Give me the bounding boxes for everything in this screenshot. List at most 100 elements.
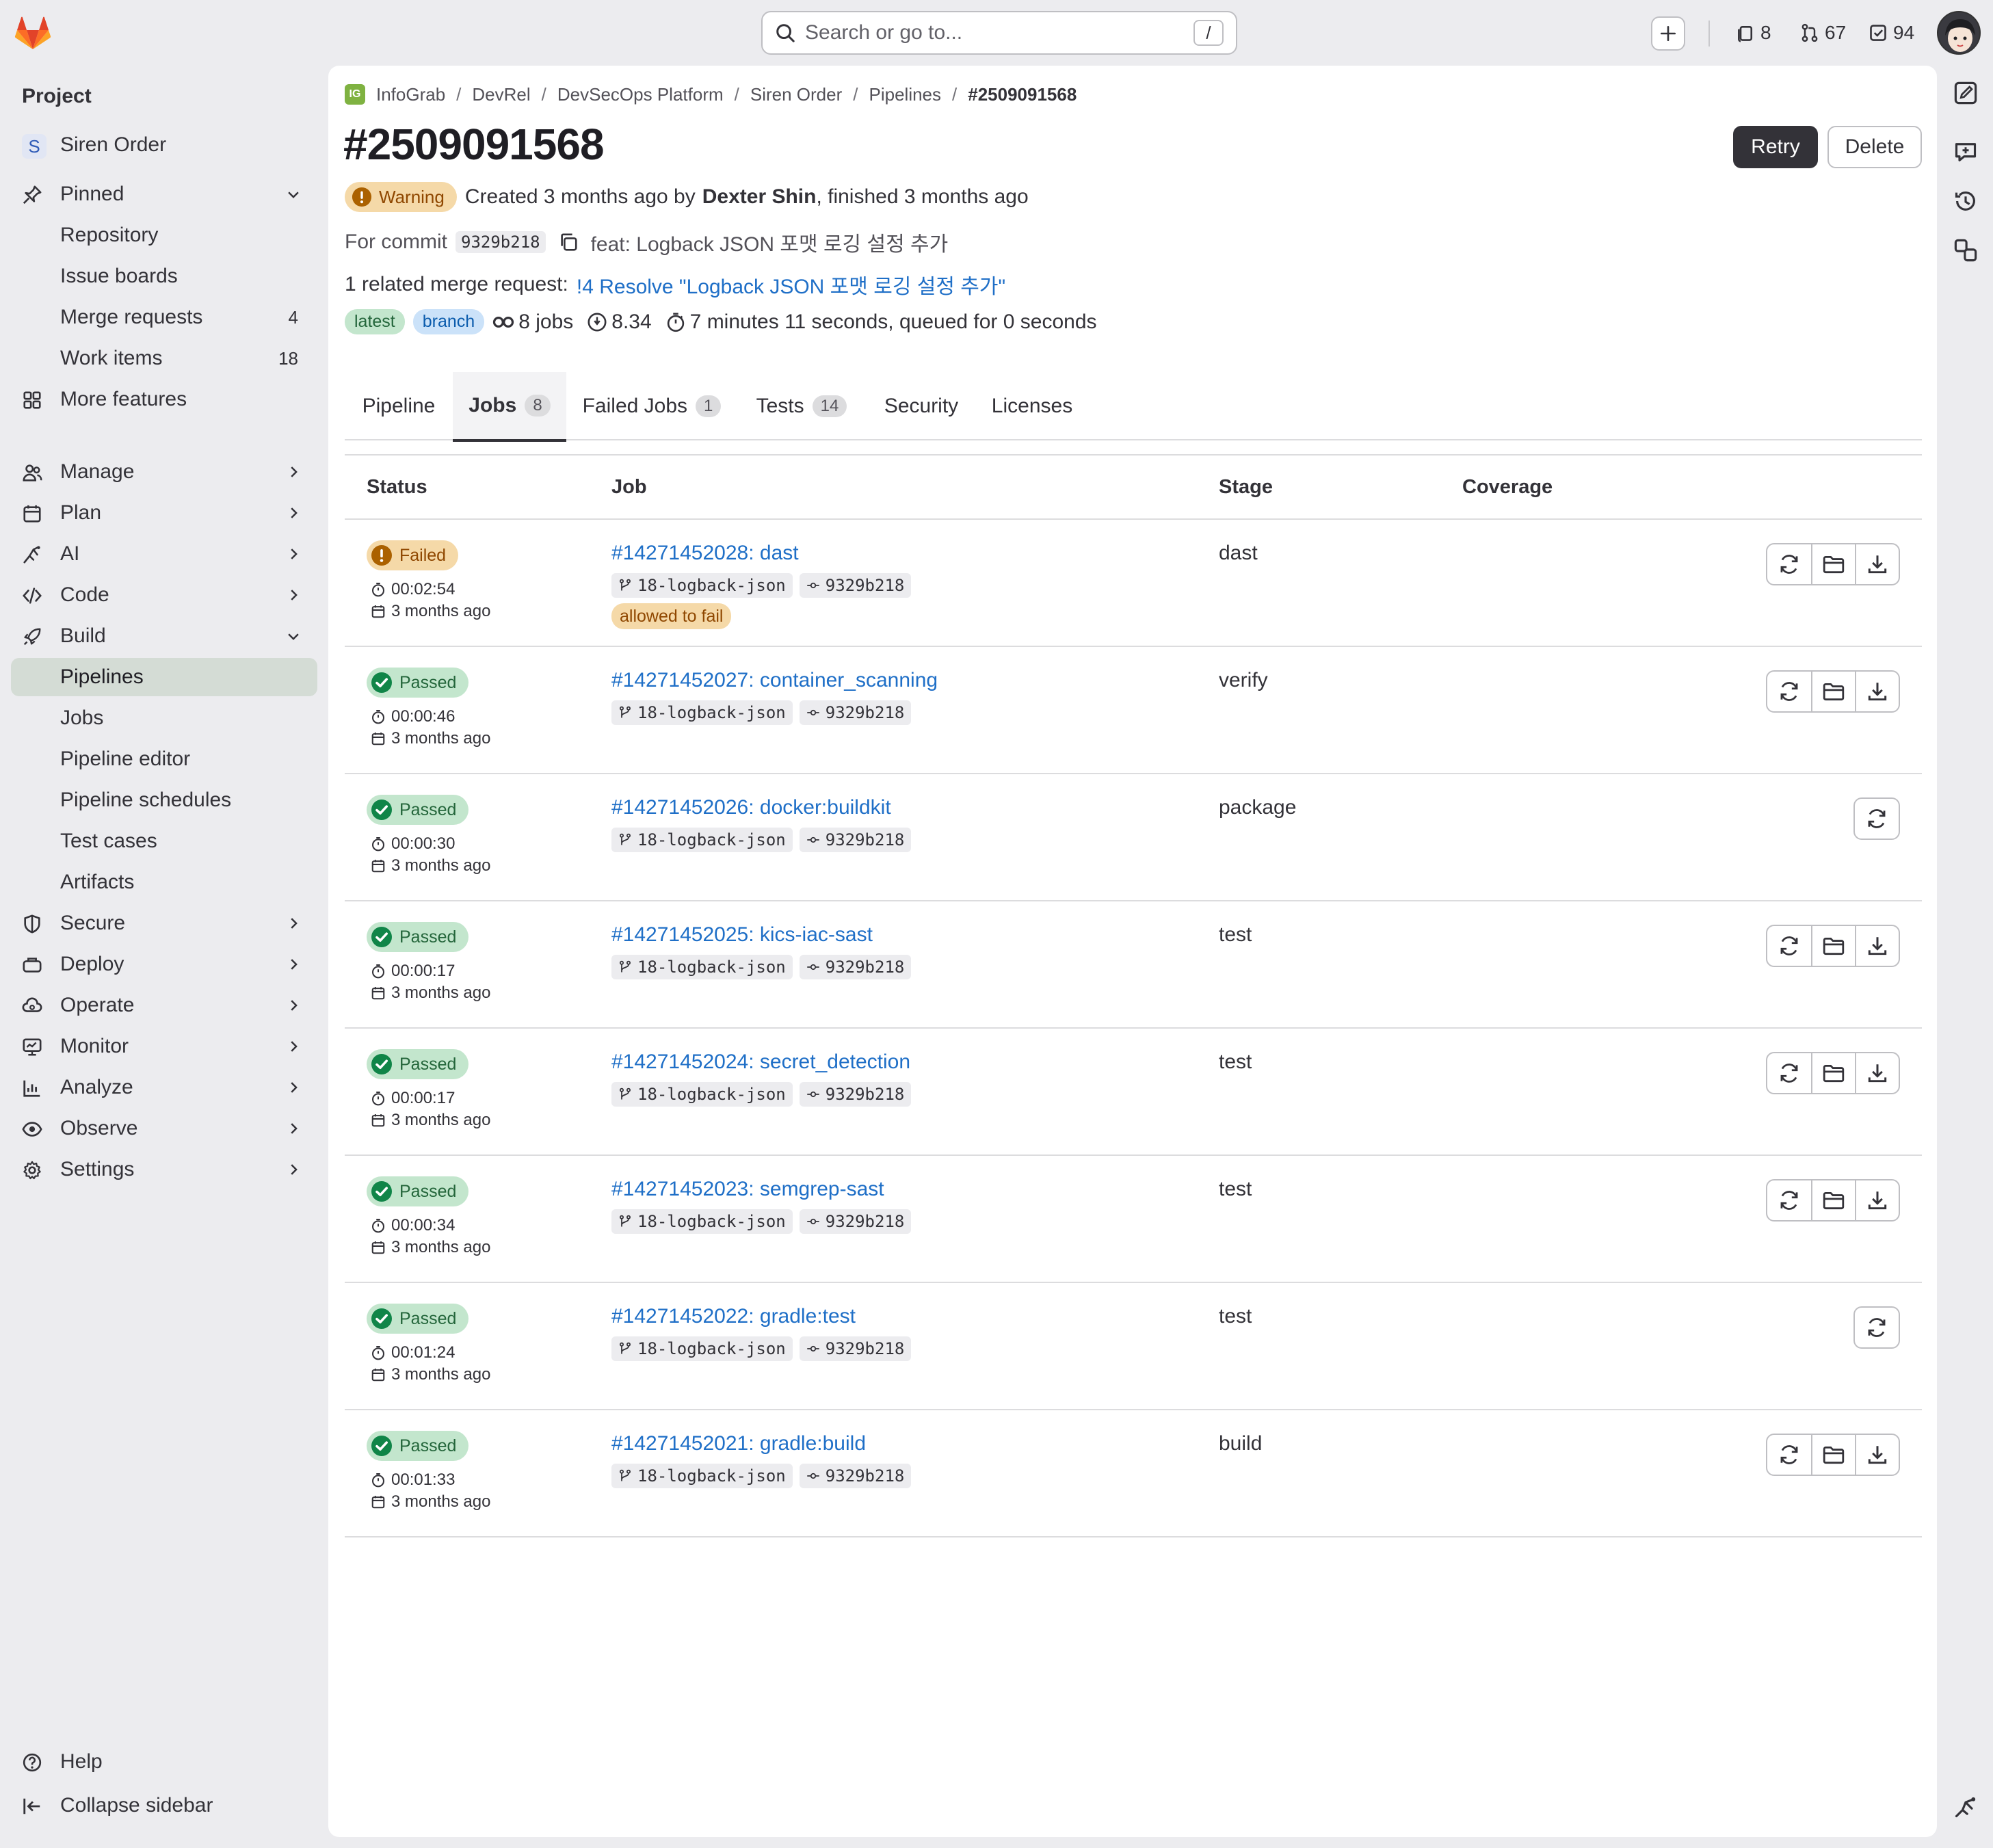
sidebar-item-manage[interactable]: Manage	[11, 453, 317, 491]
download-artifacts-button[interactable]	[1855, 1180, 1899, 1220]
job-status-badge[interactable]: Passed	[367, 668, 469, 698]
job-status-badge[interactable]: Passed	[367, 795, 469, 825]
sidebar-item-pipeline-schedules[interactable]: Pipeline schedules	[11, 781, 317, 819]
job-commit-chip[interactable]: 9329b218	[799, 1464, 912, 1488]
sidebar-item-plan[interactable]: Plan	[11, 494, 317, 532]
search-input[interactable]: Search or go to... /	[761, 11, 1237, 55]
download-artifacts-button[interactable]	[1855, 1053, 1899, 1093]
job-link[interactable]: #14271452024: secret_detection	[611, 1051, 910, 1074]
job-link[interactable]: #14271452022: gradle:test	[611, 1305, 856, 1328]
sidebar-item-build[interactable]: Build	[11, 617, 317, 655]
job-link[interactable]: #14271452028: dast	[611, 542, 799, 565]
merge-request-link[interactable]: !4 Resolve "Logback JSON 포맷 로깅 설정 추가"	[577, 269, 1005, 300]
job-link[interactable]: #14271452021: gradle:build	[611, 1432, 866, 1455]
job-commit-chip[interactable]: 9329b218	[799, 1209, 912, 1234]
author-link[interactable]: Dexter Shin	[702, 185, 817, 209]
tab-pipeline[interactable]: Pipeline	[345, 372, 453, 440]
commit-sha[interactable]: 9329b218	[456, 231, 546, 253]
browse-artifacts-button[interactable]	[1811, 1435, 1855, 1475]
job-status-badge[interactable]: Passed	[367, 1431, 469, 1461]
breadcrumb-link[interactable]: Pipelines	[869, 84, 942, 105]
retry-job-button[interactable]	[1767, 672, 1811, 711]
retry-job-button[interactable]	[1767, 544, 1811, 584]
tab-security[interactable]: Security	[866, 372, 977, 440]
job-commit-chip[interactable]: 9329b218	[799, 1082, 912, 1107]
sidebar-project-link[interactable]: S Siren Order	[11, 126, 317, 164]
sidebar-item-more-features[interactable]: More features	[11, 380, 317, 419]
job-commit-chip[interactable]: 9329b218	[799, 1336, 912, 1361]
job-commit-chip[interactable]: 9329b218	[799, 828, 912, 852]
delete-button[interactable]: Delete	[1827, 126, 1922, 168]
sidebar-item-settings[interactable]: Settings	[11, 1150, 317, 1189]
browse-artifacts-button[interactable]	[1811, 1053, 1855, 1093]
status-badge[interactable]: Warning	[345, 182, 457, 212]
sidebar-item-deploy[interactable]: Deploy	[11, 945, 317, 984]
browse-artifacts-button[interactable]	[1811, 926, 1855, 966]
tab-failed-jobs[interactable]: Failed Jobs 1	[566, 372, 737, 440]
comment-icon[interactable]	[1953, 140, 1978, 164]
sidebar-item-pipelines[interactable]: Pipelines	[11, 658, 317, 696]
job-branch-chip[interactable]: 18-logback-json	[611, 1336, 793, 1361]
retry-job-button[interactable]	[1767, 926, 1811, 966]
job-branch-chip[interactable]: 18-logback-json	[611, 955, 793, 979]
job-status-badge[interactable]: Failed	[367, 540, 459, 570]
job-link[interactable]: #14271452025: kics-iac-sast	[611, 923, 873, 947]
job-branch-chip[interactable]: 18-logback-json	[611, 700, 793, 725]
todos-count-button[interactable]: 94	[1869, 19, 1914, 47]
breadcrumb-current[interactable]: #2509091568	[968, 84, 1077, 105]
sidebar-item-merge-requests[interactable]: Merge requests 4	[11, 298, 317, 336]
sidebar-item-work-items[interactable]: Work items 18	[11, 339, 317, 378]
collapse-sidebar-button[interactable]: Collapse sidebar	[11, 1786, 317, 1825]
sidebar-item-secure[interactable]: Secure	[11, 904, 317, 942]
job-branch-chip[interactable]: 18-logback-json	[611, 1209, 793, 1234]
job-status-badge[interactable]: Passed	[367, 922, 469, 952]
retry-job-button[interactable]	[1855, 799, 1899, 839]
job-branch-chip[interactable]: 18-logback-json	[611, 828, 793, 852]
breadcrumb-link[interactable]: InfoGrab	[376, 84, 445, 105]
retry-job-button[interactable]	[1767, 1180, 1811, 1220]
sidebar-help-link[interactable]: Help	[11, 1743, 317, 1781]
job-link[interactable]: #14271452023: semgrep-sast	[611, 1178, 884, 1201]
tab-licenses[interactable]: Licenses	[977, 372, 1087, 440]
retry-job-button[interactable]	[1855, 1308, 1899, 1347]
issues-count-button[interactable]: 8	[1736, 19, 1771, 47]
edit-icon[interactable]	[1953, 81, 1978, 105]
job-commit-chip[interactable]: 9329b218	[799, 700, 912, 725]
download-artifacts-button[interactable]	[1855, 1435, 1899, 1475]
breadcrumb-link[interactable]: Siren Order	[750, 84, 842, 105]
retry-job-button[interactable]	[1767, 1435, 1811, 1475]
job-branch-chip[interactable]: 18-logback-json	[611, 573, 793, 598]
sidebar-item-operate[interactable]: Operate	[11, 986, 317, 1025]
breadcrumb-link[interactable]: DevSecOps Platform	[557, 84, 724, 105]
breadcrumb-link[interactable]: DevRel	[472, 84, 530, 105]
sidebar-item-jobs[interactable]: Jobs	[11, 699, 317, 737]
browse-artifacts-button[interactable]	[1811, 544, 1855, 584]
sidebar-item-issue-boards[interactable]: Issue boards	[11, 257, 317, 295]
retry-job-button[interactable]	[1767, 1053, 1811, 1093]
download-artifacts-button[interactable]	[1855, 672, 1899, 711]
browse-artifacts-button[interactable]	[1811, 672, 1855, 711]
sidebar-item-observe[interactable]: Observe	[11, 1109, 317, 1148]
browse-artifacts-button[interactable]	[1811, 1180, 1855, 1220]
sidebar-pinned-toggle[interactable]: Pinned	[11, 175, 317, 213]
retry-button[interactable]: Retry	[1733, 126, 1818, 168]
sidebar-item-artifacts[interactable]: Artifacts	[11, 863, 317, 901]
job-link[interactable]: #14271452026: docker:buildkit	[611, 796, 891, 819]
user-avatar[interactable]	[1937, 11, 1981, 55]
job-branch-chip[interactable]: 18-logback-json	[611, 1082, 793, 1107]
sidebar-item-pipeline-editor[interactable]: Pipeline editor	[11, 740, 317, 778]
sidebar-item-analyze[interactable]: Analyze	[11, 1068, 317, 1107]
history-icon[interactable]	[1953, 189, 1978, 213]
job-status-badge[interactable]: Passed	[367, 1049, 469, 1079]
sidebar-item-test-cases[interactable]: Test cases	[11, 822, 317, 860]
sidebar-item-code[interactable]: Code	[11, 576, 317, 614]
merge-requests-count-button[interactable]: 67	[1800, 19, 1846, 47]
download-artifacts-button[interactable]	[1855, 926, 1899, 966]
job-status-badge[interactable]: Passed	[367, 1304, 469, 1334]
compare-icon[interactable]	[1953, 238, 1978, 263]
copy-icon[interactable]	[558, 232, 579, 252]
job-status-badge[interactable]: Passed	[367, 1176, 469, 1206]
tab-jobs[interactable]: Jobs 8	[453, 372, 566, 442]
job-commit-chip[interactable]: 9329b218	[799, 573, 912, 598]
job-branch-chip[interactable]: 18-logback-json	[611, 1464, 793, 1488]
